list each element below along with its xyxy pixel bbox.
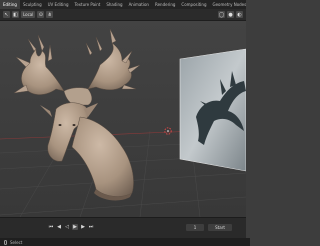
reference-image-plane[interactable]: [179, 48, 246, 172]
viewport-canvas: [0, 21, 246, 217]
play-icon[interactable]: ▶: [72, 224, 78, 230]
snap-icon[interactable]: ⋔: [46, 11, 54, 18]
mouse-left-icon: [4, 239, 7, 245]
workspace-tab[interactable]: Texture Paint: [72, 0, 104, 9]
workspace-tab[interactable]: Geometry Nodes: [209, 0, 246, 9]
pivot-icon[interactable]: ⊙: [37, 11, 45, 18]
workspace-tab[interactable]: Editing: [0, 0, 20, 9]
prev-keyframe-icon[interactable]: ◀: [56, 224, 62, 230]
workspace-tab[interactable]: UV Editing: [45, 0, 72, 9]
workspace-tab[interactable]: Sculpting: [20, 0, 45, 9]
wireframe-shading-icon[interactable]: ◯: [218, 11, 225, 18]
editor-type-icon[interactable]: ◧: [12, 11, 19, 18]
workspace-tab[interactable]: Animation: [126, 0, 152, 9]
next-keyframe-icon[interactable]: ▶: [80, 224, 86, 230]
start-frame-field[interactable]: Start: [208, 224, 232, 231]
jump-start-icon[interactable]: ⏮: [48, 224, 54, 230]
3d-viewport[interactable]: [0, 21, 246, 217]
cursor-icon[interactable]: ↖: [3, 11, 10, 18]
workspace-tab-bar: Editing Sculpting UV Editing Texture Paint S…: [0, 0, 246, 9]
timeline-editor: ⏮ ◀ ◁ ▶ ▶ ⏭ 1 Start: [0, 217, 246, 238]
reverse-play-icon[interactable]: ◁: [64, 224, 70, 230]
current-frame-field[interactable]: 1: [186, 224, 204, 231]
playback-controls: ⏮ ◀ ◁ ▶ ▶ ⏭: [48, 224, 94, 230]
status-bar: Select: [0, 238, 250, 246]
material-shading-icon[interactable]: ◐: [236, 11, 243, 18]
status-select-label: Select: [10, 239, 23, 245]
orientation-dropdown[interactable]: Local: [21, 11, 36, 18]
viewport-header: ↖ ◧ Local ⊙ ⋔ ◯ ● ◐: [0, 9, 246, 21]
workspace-tab[interactable]: Compositing: [178, 0, 209, 9]
workspace-tab[interactable]: Rendering: [152, 0, 178, 9]
jump-end-icon[interactable]: ⏭: [88, 224, 94, 230]
solid-shading-icon[interactable]: ●: [227, 11, 234, 18]
workspace-tab[interactable]: Shading: [103, 0, 125, 9]
